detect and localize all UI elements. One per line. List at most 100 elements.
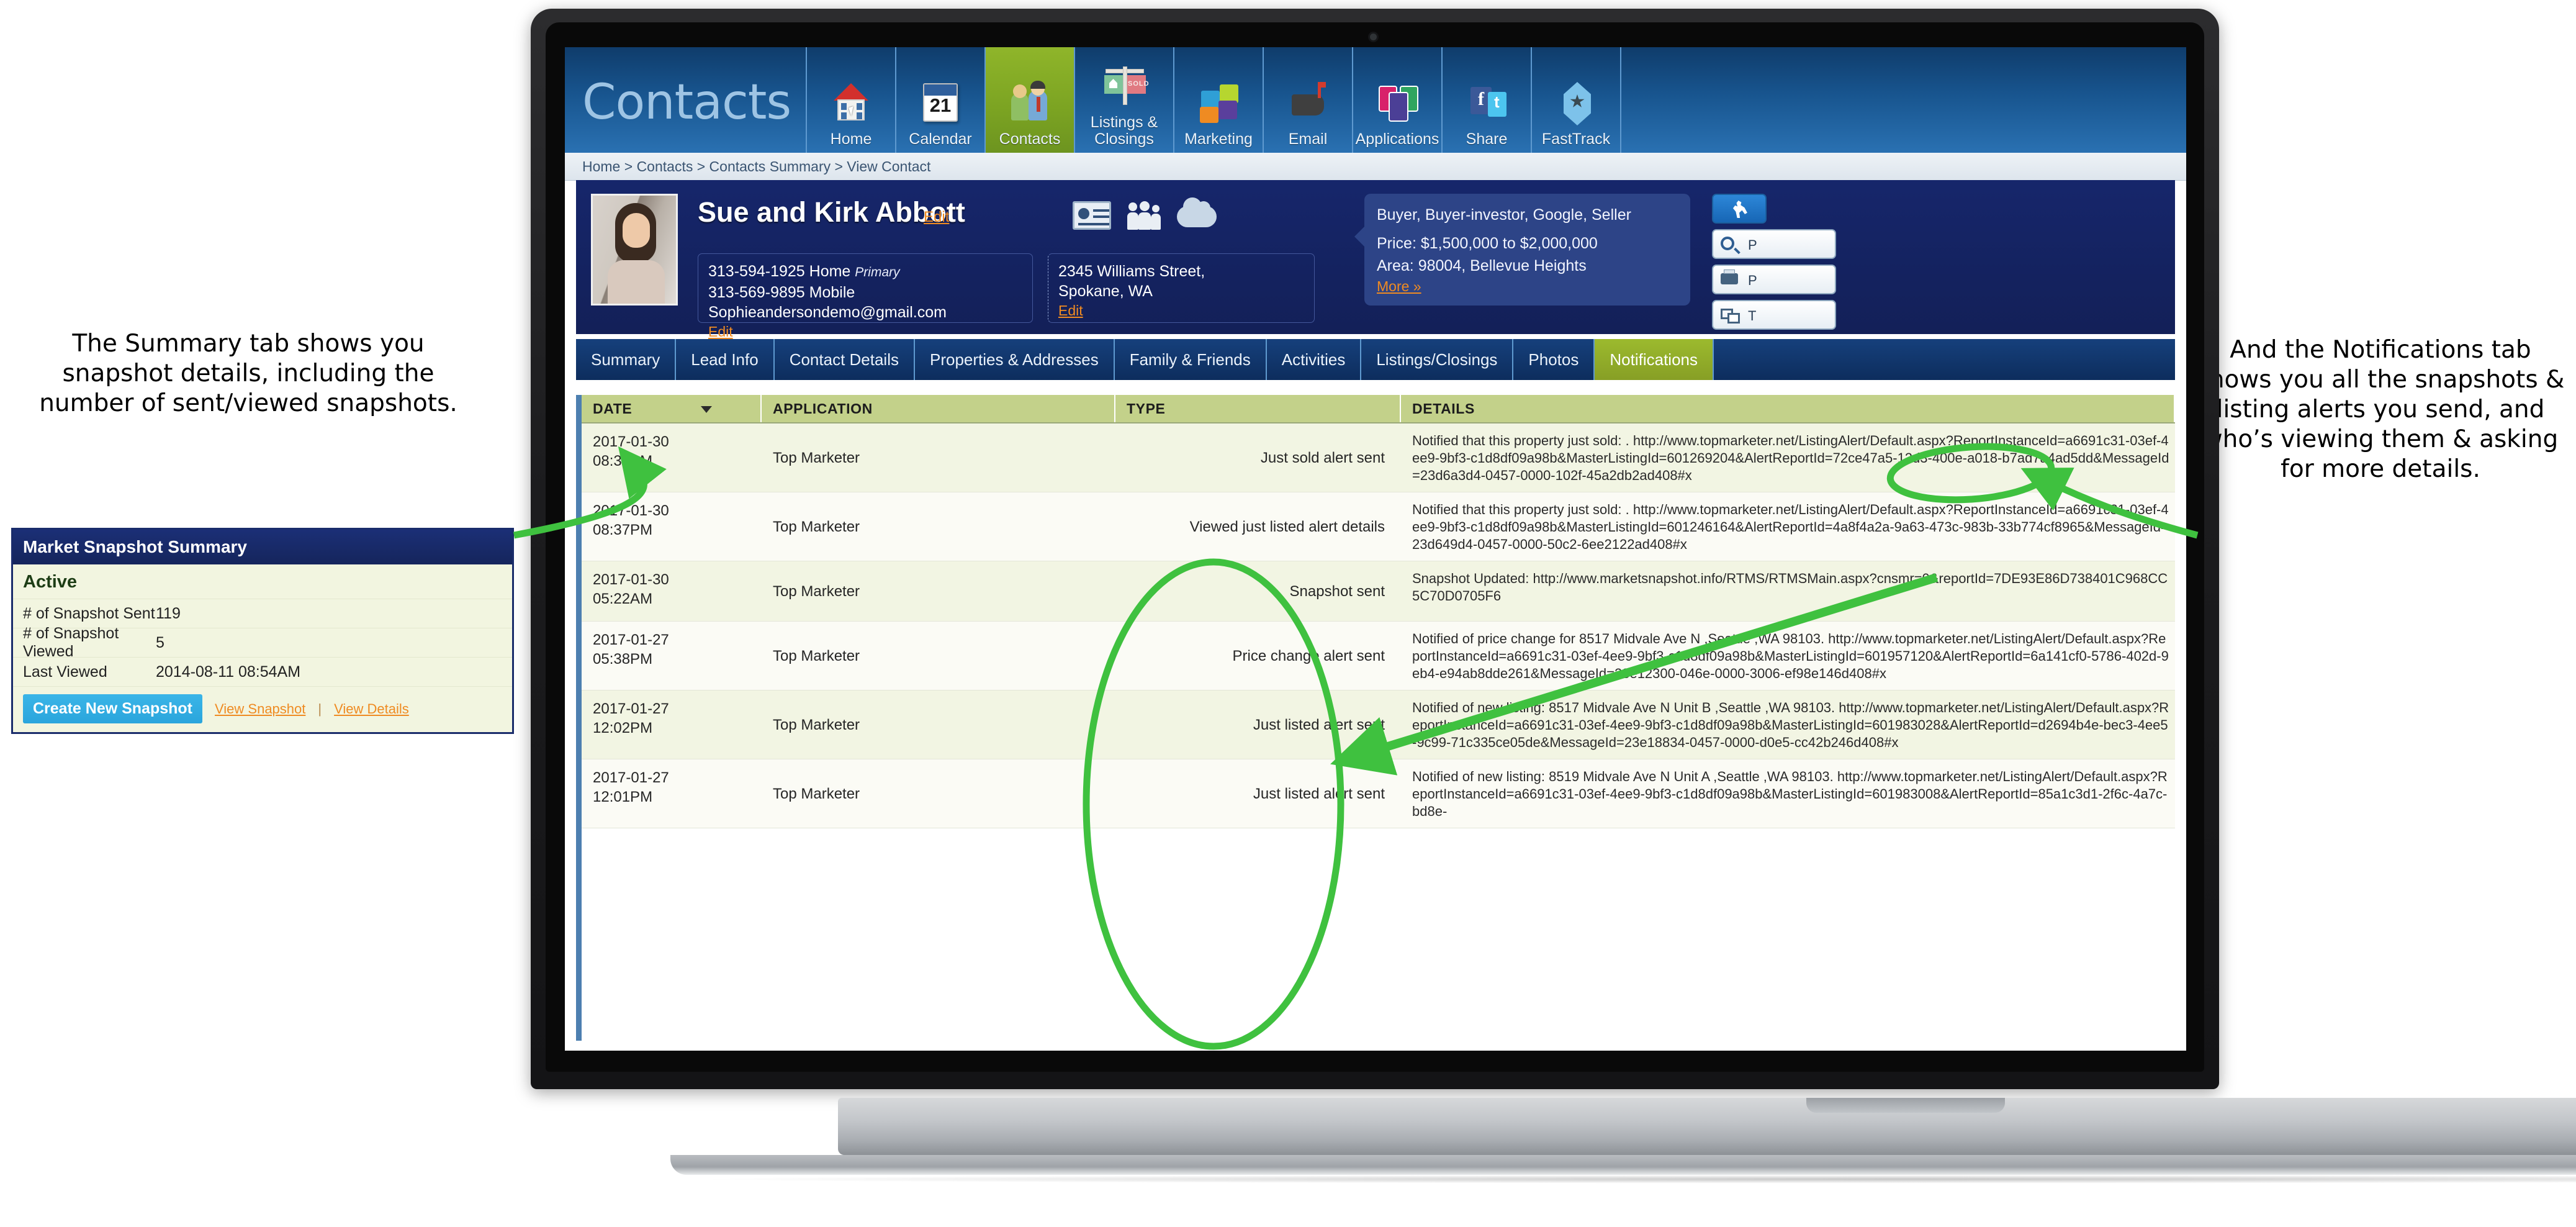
cell-date: 2017-01-30 05:22AM [593, 571, 669, 607]
snapshot-last-viewed-label: Last Viewed [23, 663, 107, 681]
nav-label-share: Share [1466, 130, 1508, 148]
column-header-date[interactable]: DATE [582, 395, 762, 422]
nav-item-listings-closings[interactable]: SOLD Listings & Closings [1074, 47, 1173, 153]
nav-label-listings-closings: Listings & Closings [1090, 114, 1158, 148]
view-snapshot-link[interactable]: View Snapshot [215, 701, 305, 717]
contact-area: Area: 98004, Bellevue Heights [1377, 257, 1587, 274]
cell-type: Viewed just listed alert details [1189, 518, 1385, 535]
tab-contact-details[interactable]: Contact Details [774, 339, 915, 380]
tab-photos[interactable]: Photos [1513, 339, 1595, 380]
column-header-details[interactable]: DETAILS [1401, 395, 2175, 422]
table-row[interactable]: 2017-01-27 05:38PM Top Marketer Price cha… [582, 622, 2175, 690]
edit-phone-link[interactable]: Edit [708, 324, 733, 340]
tab-properties-addresses[interactable]: Properties & Addresses [915, 339, 1115, 380]
search-icon [1721, 237, 1734, 250]
tab-panel-spacer [576, 380, 2175, 395]
edit-address-link[interactable]: Edit [1058, 302, 1083, 319]
nav-label-home: Home [830, 130, 872, 148]
contact-tags-box: Buyer, Buyer-investor, Google, Seller Pr… [1354, 194, 1690, 306]
laptop-foot [670, 1155, 2576, 1175]
global-nav: Home 21 Calendar Contacts SOLD Listings … [806, 47, 1857, 153]
nav-label-email: Email [1288, 130, 1328, 148]
column-header-application[interactable]: APPLICATION [762, 395, 1115, 422]
contact-header-icons [1073, 197, 1217, 231]
contact-tags: Buyer, Buyer-investor, Google, Seller [1377, 206, 1631, 224]
nav-item-applications[interactable]: Applications [1352, 47, 1441, 153]
cards-action-label: T [1748, 308, 1757, 324]
cell-application: Top Marketer [773, 717, 860, 733]
laptop-lid: Contacts Home 21 Calendar Contacts SOLD … [531, 9, 2219, 1089]
nav-item-calendar[interactable]: 21 Calendar [895, 47, 984, 153]
snapshot-row-viewed: # of Snapshot Viewed 5 [13, 625, 512, 660]
column-header-type[interactable]: TYPE [1115, 395, 1401, 422]
snapshot-row-sent: # of Snapshot Sent 119 [13, 599, 512, 628]
table-row[interactable]: 2017-01-30 05:22AM Top Marketer Snapshot … [582, 561, 2175, 622]
tab-family-friends[interactable]: Family & Friends [1114, 339, 1267, 380]
snapshot-sent-label: # of Snapshot Sent [23, 604, 155, 622]
tab-listings-closings[interactable]: Listings/Closings [1361, 339, 1514, 380]
calendar-icon: 21 [914, 79, 966, 128]
gem-star-icon [1550, 79, 1602, 128]
snapshot-viewed-label: # of Snapshot Viewed [23, 625, 119, 660]
more-link[interactable]: More » [1377, 278, 1421, 295]
cell-type: Just sold alert sent [1260, 450, 1385, 466]
tab-lead-info[interactable]: Lead Info [676, 339, 775, 380]
nav-label-marketing: Marketing [1184, 130, 1253, 148]
search-action-button[interactable]: P [1712, 229, 1836, 259]
snapshot-sent-value: 119 [156, 604, 181, 622]
app-header: Contacts Home 21 Calendar Contacts SOLD … [565, 47, 2186, 153]
cell-date: 2017-01-30 08:37PM [593, 502, 669, 538]
tab-notifications[interactable]: Notifications [1595, 339, 1714, 380]
nav-item-share[interactable]: Share [1441, 47, 1531, 153]
snapshot-panel-title: Market Snapshot Summary [23, 537, 247, 556]
edit-name-link[interactable]: Edit [924, 209, 949, 226]
nav-filler [1620, 47, 1857, 153]
contact-phone-home: 313-594-1925 Home Primary [708, 263, 900, 280]
table-row[interactable]: 2017-01-30 08:37PM Top Marketer Viewed ju… [582, 492, 2175, 561]
cell-type: Price change alert sent [1232, 648, 1385, 664]
contact-phone-mobile: 313-569-9895 Mobile [708, 284, 855, 301]
create-new-snapshot-button[interactable]: Create New Snapshot [23, 694, 203, 723]
snapshot-panel-header: Market Snapshot Summary [13, 530, 512, 564]
laptop-deck [838, 1098, 2576, 1155]
nav-label-calendar: Calendar [909, 130, 972, 148]
contact-email: Sophieandersondemo@gmail.com [708, 304, 947, 321]
cards-icon [1721, 309, 1740, 324]
print-action-button[interactable]: P [1712, 265, 1836, 294]
table-row[interactable]: 2017-01-27 12:01PM Top Marketer Just list… [582, 759, 2175, 828]
contact-address-line2: Spokane, WA [1058, 283, 1153, 300]
table-row[interactable]: 2017-01-30 08:37PM Top Marketer Just sold… [582, 423, 2175, 492]
nav-label-fasttrack: FastTrack [1541, 130, 1611, 148]
table-row[interactable]: 2017-01-27 12:02PM Top Marketer Just list… [582, 690, 2175, 759]
social-icon [1461, 79, 1513, 128]
cards-action-button[interactable]: T [1712, 300, 1836, 330]
cell-application: Top Marketer [773, 786, 860, 802]
view-details-link[interactable]: View Details [334, 701, 409, 717]
laptop-screen: Contacts Home 21 Calendar Contacts SOLD … [565, 47, 2186, 1051]
breadcrumb: Home > Contacts > Contacts Summary > Vie… [565, 153, 2186, 181]
nav-item-fasttrack[interactable]: FastTrack [1531, 47, 1620, 153]
search-action-label: P [1748, 237, 1757, 253]
nav-item-home[interactable]: Home [806, 47, 895, 153]
cell-date: 2017-01-27 05:38PM [593, 632, 669, 668]
runner-icon [1732, 201, 1747, 218]
page-title: Contacts [582, 75, 791, 130]
activity-button[interactable] [1712, 194, 1767, 224]
contact-address-line1: 2345 Williams Street, [1058, 263, 1205, 280]
nav-item-email[interactable]: Email [1263, 47, 1352, 153]
cloud-icon[interactable] [1177, 197, 1217, 231]
family-icon[interactable] [1125, 201, 1163, 231]
cell-type: Just listed alert sent [1253, 786, 1385, 802]
breadcrumb-text[interactable]: Home > Contacts > Contacts Summary > Vie… [582, 158, 930, 175]
nav-item-contacts[interactable]: Contacts [984, 47, 1074, 153]
nav-item-marketing[interactable]: Marketing [1173, 47, 1263, 153]
puzzle-icon [1192, 79, 1245, 128]
tab-activities[interactable]: Activities [1266, 339, 1362, 380]
tab-summary[interactable]: Summary [576, 339, 677, 380]
contact-card-icon[interactable] [1073, 201, 1111, 231]
contact-side-actions: P P T [1712, 194, 1836, 335]
calendar-day: 21 [929, 94, 952, 116]
cell-application: Top Marketer [773, 450, 860, 466]
cell-details: Notified of new listing: 8519 Midvale Av… [1412, 769, 2168, 819]
contact-price-range: Price: $1,500,000 to $2,000,000 [1377, 235, 1598, 252]
